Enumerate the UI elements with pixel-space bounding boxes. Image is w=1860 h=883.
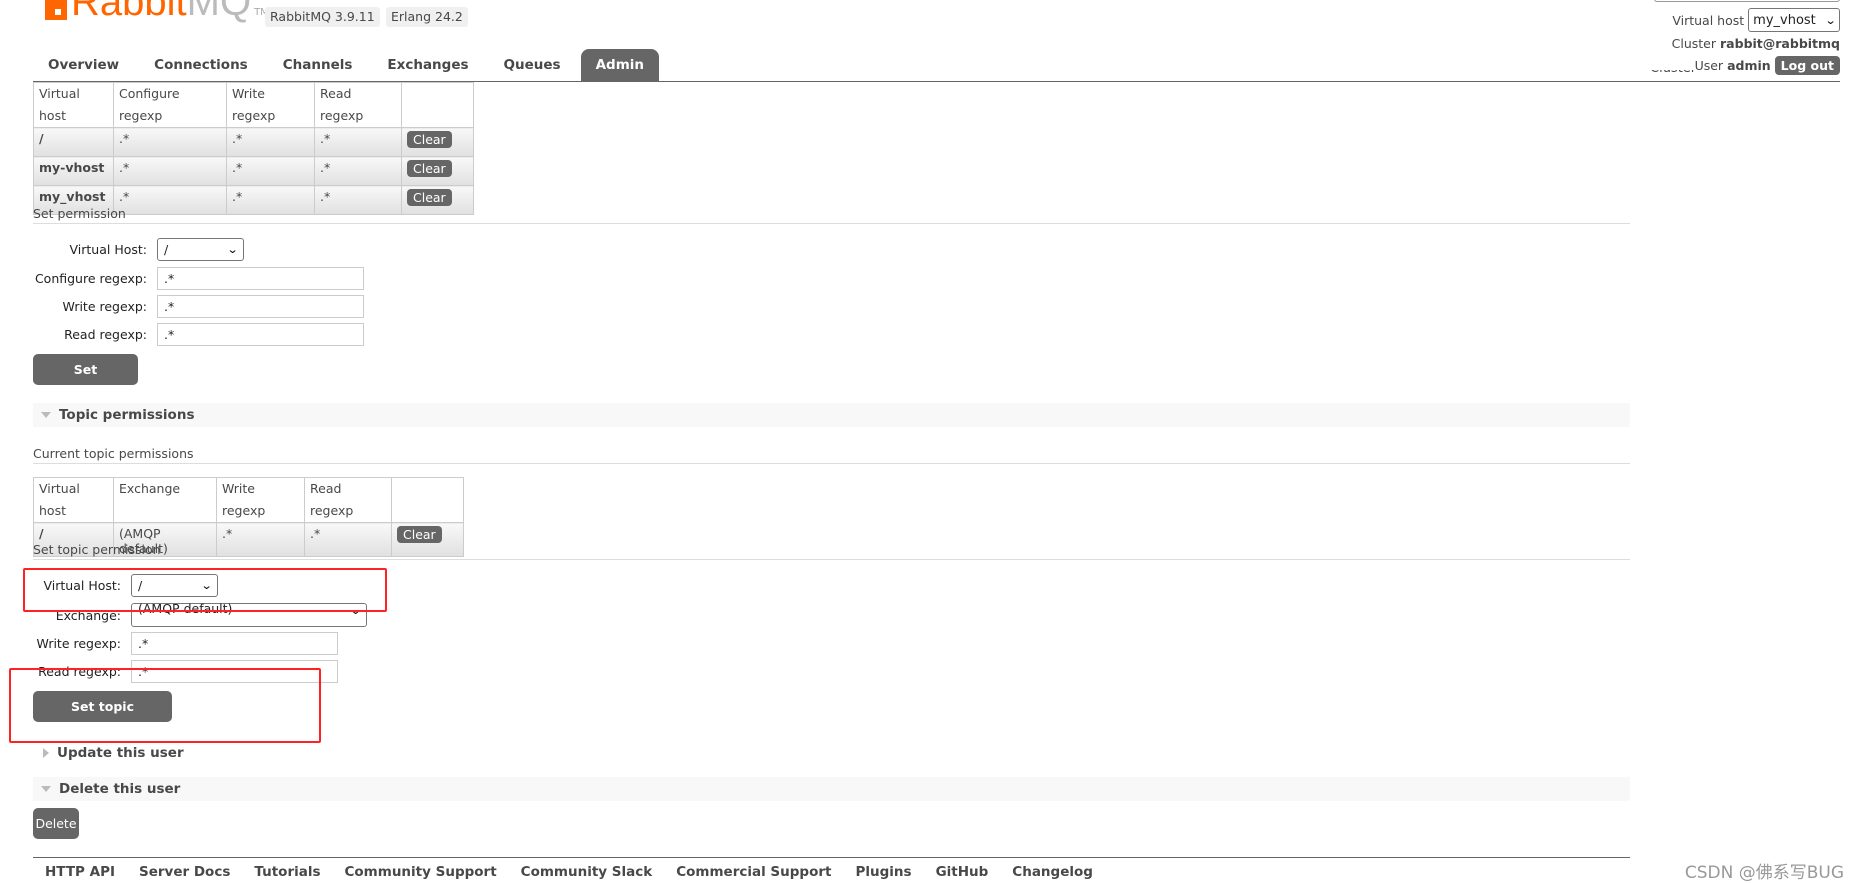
col-read-regexp: Read regexp — [314, 82, 402, 128]
topic-write-regexp-label: Write regexp: — [36, 636, 121, 651]
read-regexp-input[interactable]: .* — [157, 323, 364, 346]
delete-user-button[interactable]: Delete — [33, 808, 79, 839]
col-write-regexp: Write regexp — [226, 82, 315, 128]
set-topic-permission-heading: Set topic permission — [33, 542, 1630, 560]
col-configure-regexp: Configure regexp — [113, 82, 227, 128]
vhost-select-value: / — [164, 242, 169, 257]
clipped-cluster-text: Cluster — [1650, 70, 1710, 86]
tab-exchanges[interactable]: Exchanges — [372, 49, 483, 81]
write-cell: .* — [226, 156, 315, 186]
table-row: / .* .* .* Clear — [33, 127, 474, 157]
permissions-table: Virtual host Configure regexp Write rege… — [33, 82, 474, 215]
footer-link-community-slack[interactable]: Community Slack — [521, 864, 653, 880]
col-read-regexp: Read regexp — [304, 477, 392, 523]
col-virtual-host: Virtual host — [33, 82, 114, 128]
configure-regexp-input[interactable]: .* — [157, 267, 364, 290]
chevron-down-icon: ⌄ — [1824, 13, 1837, 27]
virtual-host-select[interactable]: my_vhost ⌄ — [1748, 8, 1840, 32]
footer-link-plugins[interactable]: Plugins — [855, 864, 911, 880]
virtual-host-label: Virtual host — [1672, 12, 1745, 28]
user-value: admin — [1727, 57, 1771, 73]
set-permission-heading: Set permission — [33, 206, 1630, 224]
write-regexp-label: Write regexp: — [62, 299, 147, 314]
footer-link-community-support[interactable]: Community Support — [345, 864, 497, 880]
collapse-triangle-icon — [41, 412, 51, 418]
section-title: Topic permissions — [59, 407, 195, 423]
cluster-value: rabbit@rabbitmq — [1720, 35, 1840, 51]
collapse-triangle-icon — [41, 786, 51, 792]
col-actions — [401, 82, 474, 128]
action-cell: Clear — [401, 127, 474, 157]
clear-button[interactable]: Clear — [397, 526, 442, 543]
read-regexp-label: Read regexp: — [64, 327, 147, 342]
rabbitmq-logo-icon — [45, 0, 67, 20]
section-title: Update this user — [57, 745, 184, 761]
footer-link-server-docs[interactable]: Server Docs — [139, 864, 230, 880]
footer-link-changelog[interactable]: Changelog — [1012, 864, 1093, 880]
col-virtual-host: Virtual host — [33, 477, 114, 523]
table-row: my-vhost .* .* .* Clear — [33, 156, 474, 186]
footer-link-http-api[interactable]: HTTP API — [45, 864, 115, 880]
version-badge: RabbitMQ 3.9.11 — [265, 7, 380, 27]
topic-write-regexp-input[interactable]: .* — [131, 632, 338, 655]
annotation-box-vhost — [23, 568, 387, 612]
section-title: Delete this user — [59, 781, 181, 797]
clear-button[interactable]: Clear — [407, 189, 452, 206]
clear-button[interactable]: Clear — [407, 131, 452, 148]
rabbitmq-logo[interactable]: Rabbit MQ TM — [45, 0, 269, 22]
erlang-badge: Erlang 24.2 — [386, 7, 468, 27]
main-nav: Overview Connections Channels Exchanges … — [33, 49, 664, 81]
configure-cell: .* — [113, 127, 227, 157]
tab-channels[interactable]: Channels — [268, 49, 368, 81]
footer-links: HTTP API Server Docs Tutorials Community… — [45, 864, 1117, 880]
set-permission-button[interactable]: Set permission — [33, 354, 138, 408]
footer-link-commercial-support[interactable]: Commercial Support — [676, 864, 831, 880]
watermark: CSDN @佛系写BUG — [1684, 863, 1844, 883]
update-user-section-toggle[interactable]: Update this user — [33, 741, 1630, 765]
topic-permissions-section-toggle[interactable]: Topic permissions — [33, 403, 1630, 427]
read-cell: .* — [314, 156, 402, 186]
read-cell: .* — [314, 127, 402, 157]
vhost-label: Virtual Host: — [69, 242, 148, 257]
col-write-regexp: Write regexp — [216, 477, 305, 523]
configure-cell: .* — [113, 156, 227, 186]
expand-triangle-icon — [43, 748, 49, 758]
action-cell: Clear — [401, 156, 474, 186]
chevron-down-icon: ⌄ — [226, 243, 239, 256]
logout-button[interactable]: Log out — [1774, 55, 1840, 75]
footer-divider — [33, 857, 1630, 858]
tab-queues[interactable]: Queues — [489, 49, 576, 81]
annotation-box-submit — [9, 668, 321, 743]
col-actions — [391, 477, 464, 523]
clear-button[interactable]: Clear — [407, 160, 452, 177]
cluster-label: Cluster — [1671, 35, 1717, 51]
tab-connections[interactable]: Connections — [139, 49, 263, 81]
refresh-select-edge[interactable] — [1654, 0, 1840, 2]
user-info-panel: Virtual host my_vhost ⌄ Cluster rabbit@r… — [1654, 0, 1840, 76]
current-topic-permissions-heading: Current topic permissions — [33, 446, 1630, 464]
write-regexp-input[interactable]: .* — [157, 295, 364, 318]
tab-overview[interactable]: Overview — [33, 49, 134, 81]
vhost-select[interactable]: / ⌄ — [157, 238, 244, 261]
footer-link-tutorials[interactable]: Tutorials — [254, 864, 320, 880]
vhost-cell: / — [33, 127, 114, 157]
tab-admin[interactable]: Admin — [580, 49, 659, 81]
virtual-host-value: my_vhost — [1753, 12, 1816, 28]
col-exchange: Exchange — [113, 477, 217, 523]
delete-user-section-toggle[interactable]: Delete this user — [33, 777, 1630, 801]
set-permission-form: Virtual Host: / ⌄ Configure regexp: .* W… — [33, 238, 364, 346]
footer-link-github[interactable]: GitHub — [936, 864, 989, 880]
write-cell: .* — [226, 127, 315, 157]
vhost-cell: my-vhost — [33, 156, 114, 186]
configure-regexp-label: Configure regexp: — [34, 271, 147, 286]
